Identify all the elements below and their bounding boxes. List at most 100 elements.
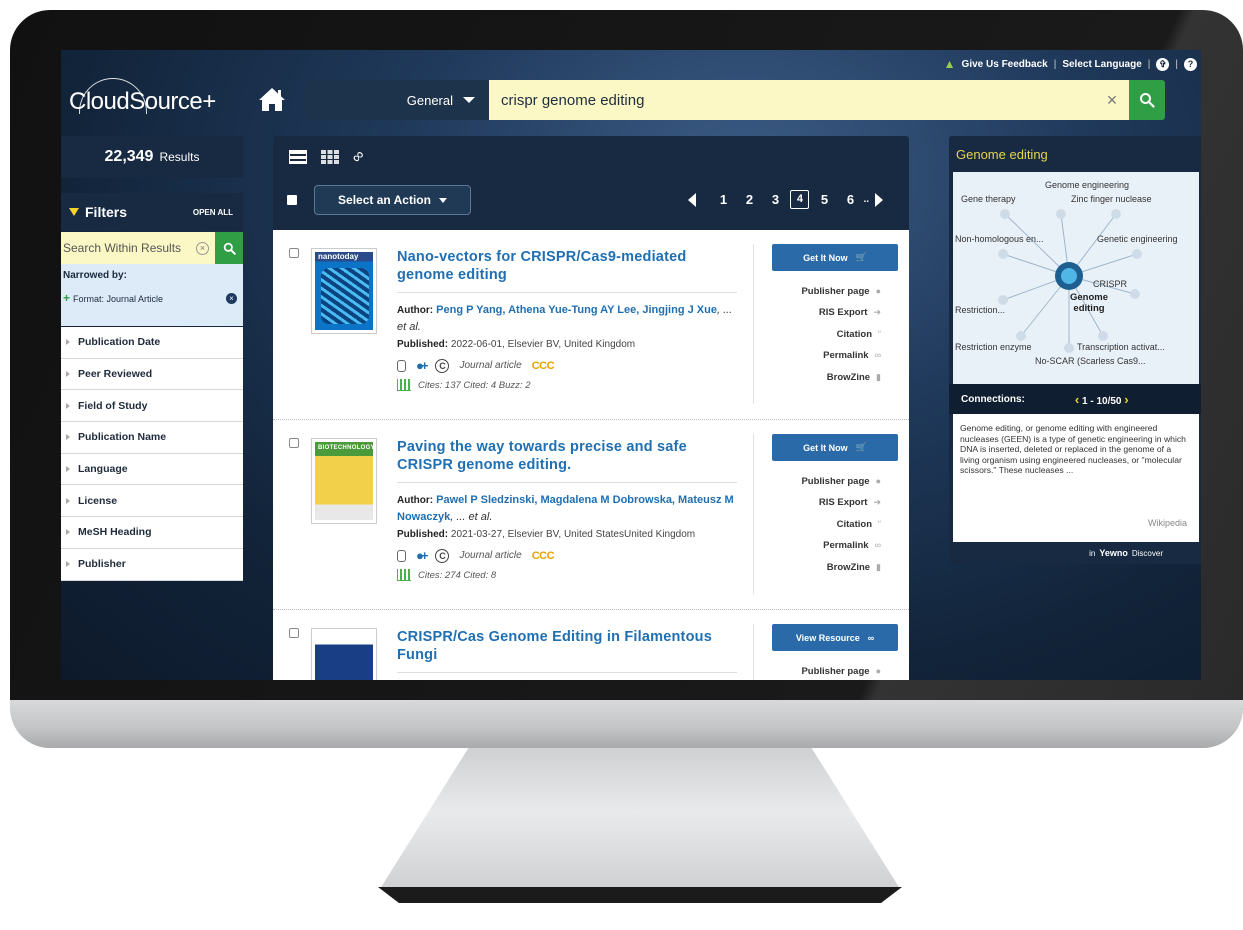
select-all-checkbox[interactable] xyxy=(287,195,297,205)
cloudsource-logo[interactable]: CloudSource+ xyxy=(69,78,249,118)
record-title[interactable]: Nano-vectors for CRISPR/Cas9-mediated ge… xyxy=(397,248,737,284)
cart-icon: 🛒 xyxy=(855,442,867,452)
record-checkbox[interactable] xyxy=(289,438,299,448)
publisher-page-link[interactable]: Publisher page ● xyxy=(772,471,881,492)
topic-node[interactable]: Genome engineering xyxy=(1045,180,1129,190)
page-2[interactable]: 2 xyxy=(738,192,760,207)
facet-mesh-heading[interactable]: MeSH Heading xyxy=(61,517,243,549)
record-title[interactable]: CRISPR/Cas Genome Editing in Filamentous… xyxy=(397,628,737,664)
topic-node[interactable]: Zinc finger nuclease xyxy=(1071,194,1152,204)
previous-connections-icon[interactable]: ‹ xyxy=(1075,392,1079,407)
link-icon[interactable]: ∞ xyxy=(348,147,369,168)
record-checkbox[interactable] xyxy=(289,248,299,258)
permalink-link[interactable]: Permalink ∞ xyxy=(772,345,881,366)
export-icon: ➜ xyxy=(873,497,881,508)
facet-publisher[interactable]: Publisher xyxy=(61,549,243,581)
help-icon[interactable]: ? xyxy=(1184,57,1197,71)
ris-export-link[interactable]: RIS Export ➜ xyxy=(772,302,881,323)
publisher-page-link[interactable]: Publisher page ● xyxy=(772,661,881,680)
accessibility-icon[interactable]: ✞ xyxy=(1156,57,1170,71)
list-view-icon[interactable] xyxy=(289,150,307,164)
feedback-link[interactable]: Give Us Feedback xyxy=(962,59,1048,70)
grid-view-icon[interactable] xyxy=(321,150,339,164)
home-icon[interactable] xyxy=(257,86,287,112)
facet-label: MeSH Heading xyxy=(78,526,152,539)
view-resource-button[interactable]: View Resource ∞ xyxy=(772,624,898,651)
record-checkbox[interactable] xyxy=(289,628,299,638)
topic-node[interactable]: CRISPR xyxy=(1093,279,1127,289)
caret-right-icon xyxy=(66,402,70,409)
select-action-dropdown[interactable]: Select an Action xyxy=(314,185,471,215)
select-language-link[interactable]: Select Language xyxy=(1062,59,1141,70)
topic-source-link[interactable]: Wikipedia xyxy=(1148,518,1187,528)
search-input[interactable]: crispr genome editing xyxy=(489,80,1095,120)
facet-peer-reviewed[interactable]: Peer Reviewed xyxy=(61,359,243,391)
previous-page-icon[interactable] xyxy=(688,192,697,207)
record-actions: Get It Now 🛒 Publisher page ● RIS Export ➜… xyxy=(753,244,898,404)
topic-node[interactable]: Transcription activat... xyxy=(1077,342,1165,352)
facet-label: Language xyxy=(78,463,128,476)
caret-right-icon xyxy=(66,529,70,536)
clear-search-icon[interactable]: × xyxy=(1095,80,1129,120)
next-connections-icon[interactable]: › xyxy=(1124,392,1128,407)
page-5[interactable]: 5 xyxy=(813,192,835,207)
bar-chart-icon[interactable] xyxy=(397,379,411,391)
topic-graph[interactable]: Genome engineering Gene therapy Zinc fin… xyxy=(953,172,1199,384)
publisher-page-link[interactable]: Publisher page ● xyxy=(772,281,881,302)
author-links[interactable]: Pawel P Sledzinski, Magdalena M Dobrowsk… xyxy=(397,494,734,523)
permalink-link[interactable]: Permalink ∞ xyxy=(772,535,881,556)
get-it-now-label: Get It Now xyxy=(803,252,848,263)
author-links[interactable]: Peng P Yang, Athena Yue-Tung AY Lee, Jin… xyxy=(436,304,717,316)
ris-export-link[interactable]: RIS Export ➜ xyxy=(772,492,881,513)
yewno-footer[interactable]: in Yewno Discover xyxy=(949,542,1201,564)
topic-node[interactable]: Restriction enzyme xyxy=(955,342,1032,352)
page-1[interactable]: 1 xyxy=(712,192,734,207)
search-button[interactable] xyxy=(1129,80,1165,120)
remove-filter-icon[interactable]: × xyxy=(226,292,237,304)
journal-cover[interactable]: BIOTECHNOLOGY xyxy=(311,438,377,524)
search-within-input[interactable]: Search Within Results × xyxy=(61,232,215,264)
caret-right-icon xyxy=(66,339,70,346)
copyright-icon: C xyxy=(435,358,450,373)
page-3[interactable]: 3 xyxy=(764,192,786,207)
cover-image: nanotoday xyxy=(315,252,373,330)
topic-node[interactable]: Gene therapy xyxy=(961,194,1016,204)
search-within-button[interactable] xyxy=(215,232,243,264)
page-6[interactable]: 6 xyxy=(839,192,861,207)
facet-label: Publication Date xyxy=(78,336,161,349)
get-it-now-button[interactable]: Get It Now 🛒 xyxy=(772,434,898,461)
journal-cover[interactable]: nanotoday xyxy=(311,248,377,334)
facet-publication-name[interactable]: Publication Name xyxy=(61,422,243,454)
citation-link[interactable]: Citation “ xyxy=(772,514,881,535)
get-it-now-button[interactable]: Get It Now 🛒 xyxy=(772,244,898,271)
topic-node[interactable]: Genetic engineering xyxy=(1097,234,1178,244)
citation-link[interactable]: Citation “ xyxy=(772,324,881,345)
facet-label: Publication Name xyxy=(78,431,167,444)
next-page-icon[interactable] xyxy=(875,192,883,207)
quote-icon: “ xyxy=(878,518,881,529)
ccc-logo[interactable]: CCC xyxy=(532,360,555,372)
footer-in: in xyxy=(1089,548,1096,558)
open-all-button[interactable]: OPEN ALL xyxy=(193,208,233,217)
record-title[interactable]: Paving the way towards precise and safe … xyxy=(397,438,737,474)
browzine-link[interactable]: BrowZine ▮ xyxy=(772,367,881,388)
facet-publication-date[interactable]: Publication Date xyxy=(61,327,243,359)
topic-node[interactable]: Non-homologous en... xyxy=(955,234,1044,244)
topic-center-node[interactable]: Genome editing xyxy=(1059,292,1119,314)
facet-license[interactable]: License xyxy=(61,485,243,518)
record-body: Nano-vectors for CRISPR/Cas9-mediated ge… xyxy=(397,248,737,391)
ccc-logo[interactable]: CCC xyxy=(532,550,555,562)
topic-node[interactable]: Restriction... xyxy=(955,305,1005,315)
topic-node[interactable]: No-SCAR (Scarless Cas9... xyxy=(1035,356,1146,366)
search-scope-dropdown[interactable]: General xyxy=(305,80,489,120)
cover-title: nanotoday xyxy=(318,252,359,261)
clear-icon[interactable]: × xyxy=(196,241,209,255)
browzine-link[interactable]: BrowZine ▮ xyxy=(772,557,881,578)
facet-language[interactable]: Language xyxy=(61,454,243,486)
page-4-current[interactable]: 4 xyxy=(790,190,810,209)
facet-field-of-study[interactable]: Field of Study xyxy=(61,390,243,423)
journal-cover[interactable] xyxy=(311,628,377,680)
bar-chart-icon[interactable] xyxy=(397,569,411,581)
facet-label: Peer Reviewed xyxy=(78,368,153,381)
monitor-chin xyxy=(10,700,1243,748)
